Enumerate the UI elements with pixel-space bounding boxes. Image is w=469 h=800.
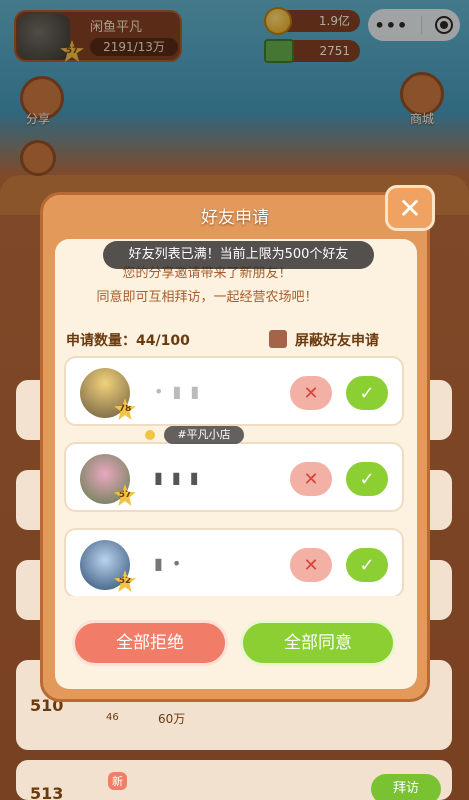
request-row: 78 • ▮ ▮ ✕ ✓ — [64, 356, 404, 426]
accept-button[interactable]: ✓ — [344, 546, 390, 584]
shop-coin-icon — [145, 430, 155, 440]
accept-button[interactable]: ✓ — [344, 374, 390, 412]
request-list[interactable]: 78 • ▮ ▮ ✕ ✓ 57 ▮ ▮ ▮ ✕ ✓ 52 ▮ • ✕ ✓ — [64, 356, 404, 596]
reject-button[interactable]: ✕ — [288, 374, 334, 412]
reject-button[interactable]: ✕ — [288, 546, 334, 584]
new-badge: 新 — [108, 772, 127, 790]
reject-all-button[interactable]: 全部拒绝 — [72, 620, 228, 666]
visit-button[interactable]: 拜访 — [371, 774, 441, 800]
block-requests-label[interactable]: 屏蔽好友申请 — [295, 330, 379, 350]
requester-name: ▮ ▮ ▮ — [154, 468, 201, 487]
request-row: 57 ▮ ▮ ▮ ✕ ✓ — [64, 442, 404, 512]
toast-message: 好友列表已满！当前上限为500个好友 — [103, 241, 374, 269]
description-line-2: 同意即可互相拜访，一起经营农场吧！ — [96, 290, 318, 305]
close-icon: ✕ — [303, 382, 319, 404]
bg-rank: 513 — [30, 784, 64, 800]
request-row: 52 ▮ • ✕ ✓ — [64, 528, 404, 596]
bg-level: 46 — [106, 712, 119, 723]
accept-button[interactable]: ✓ — [344, 460, 390, 498]
shop-tag[interactable]: #平凡小店 — [164, 426, 244, 444]
check-icon: ✓ — [359, 468, 375, 490]
requester-name: • ▮ ▮ — [154, 382, 202, 401]
requester-name: ▮ • — [154, 554, 184, 573]
request-count: 申请数量：44/100 — [66, 333, 190, 349]
close-icon: ✕ — [398, 191, 422, 225]
block-requests-checkbox[interactable] — [269, 330, 287, 348]
modal-title: 好友申请 — [201, 208, 269, 228]
reject-button[interactable]: ✕ — [288, 460, 334, 498]
accept-all-button[interactable]: 全部同意 — [240, 620, 396, 666]
bg-gold: 60万 — [158, 712, 186, 726]
close-button[interactable]: ✕ — [385, 185, 435, 231]
close-icon: ✕ — [303, 554, 319, 576]
check-icon: ✓ — [359, 554, 375, 576]
close-icon: ✕ — [303, 468, 319, 490]
check-icon: ✓ — [359, 382, 375, 404]
